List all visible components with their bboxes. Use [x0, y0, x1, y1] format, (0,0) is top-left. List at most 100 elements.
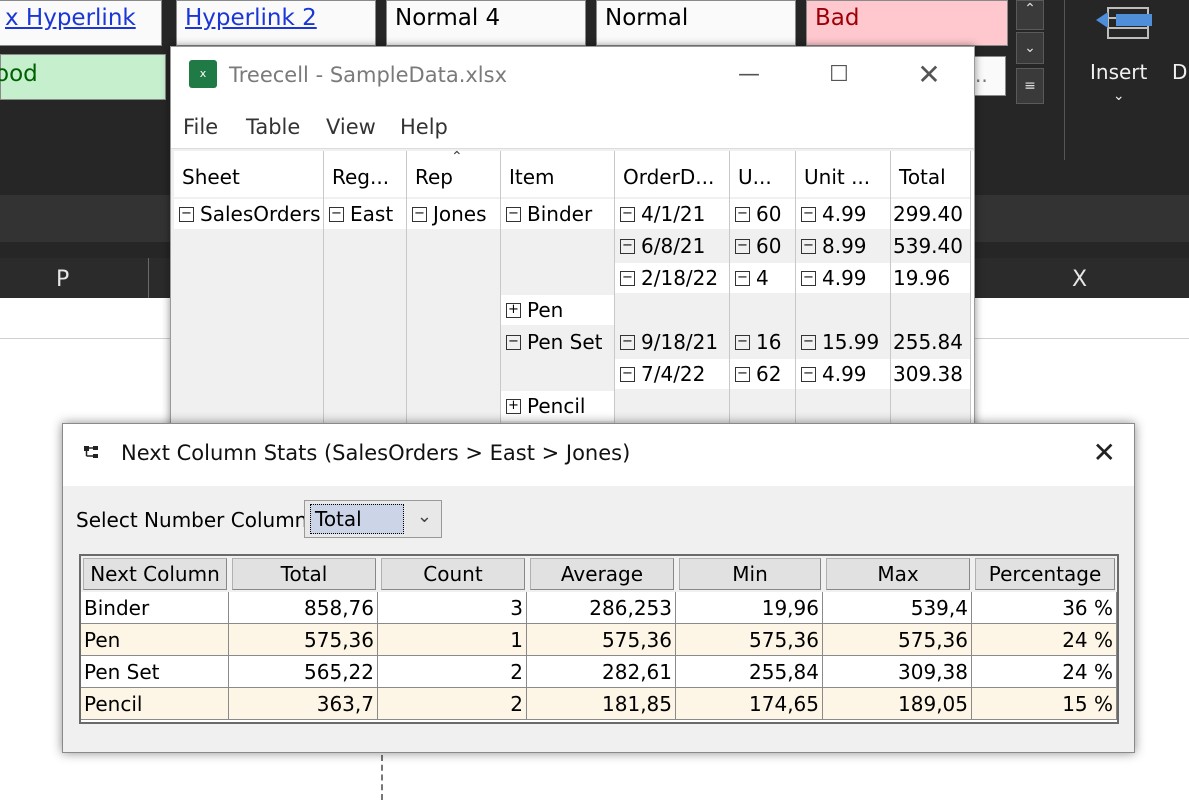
col-header-unitcost[interactable]: Unit ...: [796, 151, 891, 197]
cell-percentage: 24 %: [972, 656, 1117, 688]
col-header-units[interactable]: U...: [730, 151, 796, 197]
tree-node-units[interactable]: −4: [730, 263, 795, 293]
column-divider: [148, 258, 149, 298]
tree-node-item[interactable]: + Pencil: [501, 391, 614, 421]
collapse-icon[interactable]: −: [506, 206, 521, 222]
expand-icon[interactable]: +: [506, 398, 521, 414]
header-next-column[interactable]: Next Column: [83, 558, 227, 590]
col-header-total[interactable]: Total: [891, 151, 971, 197]
tree-node-date[interactable]: −4/1/21: [615, 199, 729, 229]
gallery-scroll-down-button[interactable]: ⌄: [1016, 32, 1044, 64]
style-label: Hyperlink 2: [185, 5, 317, 31]
collapse-icon[interactable]: −: [412, 206, 427, 222]
header-count[interactable]: Count: [381, 558, 525, 590]
node-label: 60: [756, 234, 782, 258]
column-header-x[interactable]: X: [1072, 267, 1087, 292]
table-row[interactable]: Binder 858,76 3 286,253 19,96 539,4 36 %: [81, 592, 1117, 624]
tree-node-item[interactable]: − Binder: [501, 199, 614, 229]
collapse-icon[interactable]: −: [801, 334, 816, 350]
menu-view[interactable]: View: [326, 115, 376, 139]
number-column-select[interactable]: Total ⌄: [304, 500, 442, 538]
col-header-orderdate[interactable]: OrderD...: [615, 151, 730, 197]
collapse-icon[interactable]: −: [801, 238, 816, 254]
maximize-button[interactable]: ☐: [816, 57, 862, 93]
cell-count: 2: [378, 688, 527, 720]
close-button[interactable]: ✕: [906, 57, 952, 93]
collapse-icon[interactable]: −: [179, 206, 194, 222]
tree-node-unitcost[interactable]: −4.99: [796, 199, 890, 229]
collapse-icon[interactable]: −: [506, 334, 521, 350]
gallery-more-button[interactable]: ≡: [1016, 68, 1044, 104]
col-header-item[interactable]: Item: [501, 151, 615, 197]
collapse-icon[interactable]: −: [620, 334, 635, 350]
collapse-icon[interactable]: −: [735, 334, 750, 350]
chevron-down-icon: ⌄: [416, 506, 432, 527]
close-button[interactable]: ✕: [1093, 436, 1116, 469]
table-row[interactable]: Pen 575,36 1 575,36 575,36 575,36 24 %: [81, 624, 1117, 656]
tree-node-units[interactable]: −16: [730, 327, 795, 357]
collapse-icon[interactable]: −: [620, 206, 635, 222]
collapse-icon[interactable]: −: [735, 238, 750, 254]
node-label: 4/1/21: [641, 202, 706, 226]
tree-node-unitcost[interactable]: −4.99: [796, 263, 890, 293]
cell-average: 282,61: [527, 656, 676, 688]
collapse-icon[interactable]: −: [735, 366, 750, 382]
style-label: Normal 4: [395, 5, 501, 31]
collapse-icon[interactable]: −: [801, 270, 816, 286]
col-header-sheet[interactable]: Sheet: [174, 151, 324, 197]
app-icon-glyph: x: [199, 67, 207, 80]
menu-help[interactable]: Help: [400, 115, 448, 139]
ribbon-delete-partial[interactable]: D: [1172, 60, 1187, 84]
expand-icon[interactable]: +: [506, 302, 521, 318]
column-header-p[interactable]: P: [56, 267, 69, 292]
gallery-scroll-up-button[interactable]: ⌃: [1016, 0, 1044, 30]
tree-node-region[interactable]: − East: [324, 199, 406, 229]
collapse-icon[interactable]: −: [329, 206, 344, 222]
collapse-icon[interactable]: −: [801, 206, 816, 222]
collapse-icon[interactable]: −: [735, 206, 750, 222]
header-percentage[interactable]: Percentage: [975, 558, 1115, 590]
tree-node-unitcost[interactable]: −4.99: [796, 359, 890, 389]
tree-node-sheet[interactable]: − SalesOrders: [174, 199, 323, 229]
tree-node-units[interactable]: −60: [730, 231, 795, 261]
tree-node-units[interactable]: −60: [730, 199, 795, 229]
tree-node-date[interactable]: −6/8/21: [615, 231, 729, 261]
collapse-icon[interactable]: −: [735, 270, 750, 286]
style-hyperlink-2[interactable]: Hyperlink 2: [176, 0, 376, 46]
header-min[interactable]: Min: [679, 558, 821, 590]
style-hyperlink[interactable]: x Hyperlink: [0, 0, 162, 46]
style-bad[interactable]: Bad: [806, 0, 1008, 46]
tree-node-unitcost[interactable]: −8.99: [796, 231, 890, 261]
tree-node-item[interactable]: − Pen Set: [501, 327, 614, 357]
node-label: 60: [756, 202, 782, 226]
tree-node-date[interactable]: −2/18/22: [615, 263, 729, 293]
col-header-region[interactable]: Reg...: [324, 151, 407, 197]
tree-node-item[interactable]: + Pen: [501, 295, 614, 325]
tree-node-units[interactable]: −62: [730, 359, 795, 389]
cell-min: 255,84: [676, 656, 823, 688]
header-average[interactable]: Average: [530, 558, 674, 590]
style-normal[interactable]: Normal: [596, 0, 796, 46]
node-label: 4.99: [822, 202, 867, 226]
tree-node-date[interactable]: −7/4/22: [615, 359, 729, 389]
header-max[interactable]: Max: [826, 558, 970, 590]
tree-node-unitcost[interactable]: −15.99: [796, 327, 890, 357]
collapse-icon[interactable]: −: [620, 366, 635, 382]
collapse-icon[interactable]: −: [801, 366, 816, 382]
tree-cell-total: 255.84: [891, 327, 970, 357]
header-total[interactable]: Total: [232, 558, 376, 590]
style-partial[interactable]: ..: [972, 56, 1006, 96]
minimize-button[interactable]: —: [726, 57, 772, 93]
collapse-icon[interactable]: −: [620, 238, 635, 254]
tree-node-date[interactable]: −9/18/21: [615, 327, 729, 357]
node-label: 8.99: [822, 234, 867, 258]
ribbon-insert-button[interactable]: Insert ⌄: [1090, 60, 1147, 104]
style-good[interactable]: ood: [0, 54, 166, 100]
collapse-icon[interactable]: −: [620, 270, 635, 286]
tree-node-rep[interactable]: − Jones: [407, 199, 500, 229]
table-row[interactable]: Pen Set 565,22 2 282,61 255,84 309,38 24…: [81, 656, 1117, 688]
menu-file[interactable]: File: [183, 115, 218, 139]
menu-table[interactable]: Table: [246, 115, 300, 139]
table-row[interactable]: Pencil 363,7 2 181,85 174,65 189,05 15 %: [81, 688, 1117, 720]
style-normal-4[interactable]: Normal 4: [386, 0, 586, 46]
